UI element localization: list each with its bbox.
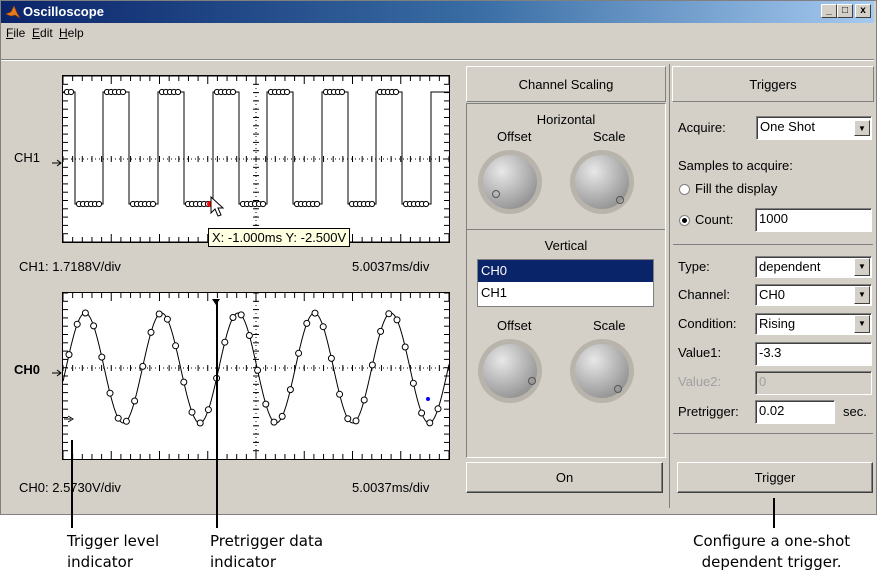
menu-bar: File Edit Help [1, 23, 874, 43]
acquire-select[interactable]: One Shot ▼ [756, 116, 872, 140]
ch0-axis-label: CH0 [14, 362, 41, 377]
fill-display-label: Fill the display [695, 181, 778, 196]
count-input[interactable]: 1000 [755, 208, 872, 232]
type-label: Type: [678, 259, 710, 274]
samples-label: Samples to acquire: [678, 158, 793, 173]
pretrigger-callout-line [216, 300, 218, 528]
menu-edit[interactable]: Edit [32, 26, 53, 40]
chevron-down-icon: ▼ [854, 258, 870, 276]
fill-display-radio[interactable] [679, 184, 690, 195]
menu-divider-highlight [1, 60, 874, 61]
knob-indicator-icon [614, 385, 622, 393]
chevron-down-icon: ▼ [854, 120, 870, 136]
horizontal-scale-label: Scale [593, 129, 626, 144]
pretrigger-label: Pretrigger: [678, 404, 739, 419]
chevron-down-icon: ▼ [854, 286, 870, 304]
ch0-plot-canvas [62, 292, 450, 459]
knob-indicator-icon [616, 196, 624, 204]
value1-label: Value1: [678, 345, 722, 360]
pretrigger-input[interactable]: 0.02 [755, 400, 835, 424]
pretrigger-unit: sec. [843, 404, 867, 419]
channel-listbox[interactable]: CH0 CH1 [477, 259, 654, 307]
vertical-scale-label: Scale [593, 318, 626, 333]
menu-file[interactable]: File [6, 26, 25, 40]
count-label: Count: [695, 212, 734, 227]
horizontal-offset-knob[interactable] [478, 150, 542, 214]
ch1-arrow-icon [52, 155, 64, 170]
ch0-time-readout: 5.0037ms/div [352, 480, 430, 495]
vertical-offset-label: Offset [497, 318, 532, 333]
count-radio[interactable] [679, 215, 690, 226]
panel-divider [669, 64, 670, 508]
type-select[interactable]: dependent ▼ [755, 256, 872, 278]
condition-select[interactable]: Rising ▼ [755, 313, 872, 335]
horizontal-offset-label: Offset [497, 129, 532, 144]
title-bar[interactable]: Oscilloscope _ □ x [1, 1, 874, 23]
vertical-offset-knob[interactable] [478, 339, 542, 403]
channel-label: Channel: [678, 287, 731, 302]
acquire-label: Acquire: [678, 120, 726, 135]
value1-input[interactable]: -3.3 [755, 342, 872, 366]
configure-annotation: Configure a one-shot dependent trigger. [693, 532, 851, 571]
close-button[interactable]: x [855, 4, 871, 18]
vertical-label: Vertical [544, 238, 588, 253]
condition-label: Condition: [678, 316, 737, 331]
channel-scaling-header: Channel Scaling [466, 66, 666, 102]
trigger-level-indicator-icon [64, 411, 76, 426]
minimize-button[interactable]: _ [821, 4, 837, 18]
ch1-axis-label: CH1 [14, 150, 41, 165]
trigger-divider [673, 433, 873, 434]
ch0-plot[interactable] [62, 292, 450, 460]
trigger-marker [426, 397, 430, 401]
ch1-time-readout: 5.0037ms/div [352, 259, 430, 274]
menu-help[interactable]: Help [59, 26, 84, 40]
value2-label: Value2: [678, 374, 722, 389]
pretrigger-annotation: Pretrigger data indicator [210, 532, 324, 571]
ch0-arrow-icon [52, 365, 64, 380]
trigger-level-annotation: Trigger level indicator [67, 532, 160, 571]
trigger-divider [673, 244, 873, 245]
cursor-readout-tooltip: X: -1.000ms Y: -2.500V [208, 228, 351, 247]
window-title: Oscilloscope [23, 4, 104, 19]
knob-indicator-icon [492, 190, 500, 198]
maximize-button[interactable]: □ [837, 4, 853, 18]
horizontal-label: Horizontal [536, 112, 596, 127]
ch0-scale-readout: CH0: 2.5730V/div [19, 480, 121, 495]
channel-on-button[interactable]: On [466, 462, 663, 493]
configure-callout-line [773, 498, 775, 528]
vertical-scale-knob[interactable] [570, 339, 634, 403]
vertical-divider [467, 229, 665, 230]
value2-input: 0 [755, 371, 872, 395]
mouse-pointer-icon [210, 195, 226, 221]
triggers-header: Triggers [672, 66, 874, 102]
channel-list-item[interactable]: CH0 [478, 260, 653, 282]
ch1-plot[interactable] [62, 75, 450, 243]
ch1-scale-readout: CH1: 1.7188V/div [19, 259, 121, 274]
matlab-logo-icon [5, 4, 21, 23]
channel-select[interactable]: CH0 ▼ [755, 284, 872, 306]
horizontal-scale-knob[interactable] [570, 150, 634, 214]
chevron-down-icon: ▼ [854, 315, 870, 333]
channel-list-item[interactable]: CH1 [478, 282, 653, 304]
knob-indicator-icon [528, 377, 536, 385]
trigger-level-callout-line [71, 440, 73, 528]
trigger-button[interactable]: Trigger [677, 462, 873, 493]
ch1-plot-canvas [62, 75, 450, 243]
